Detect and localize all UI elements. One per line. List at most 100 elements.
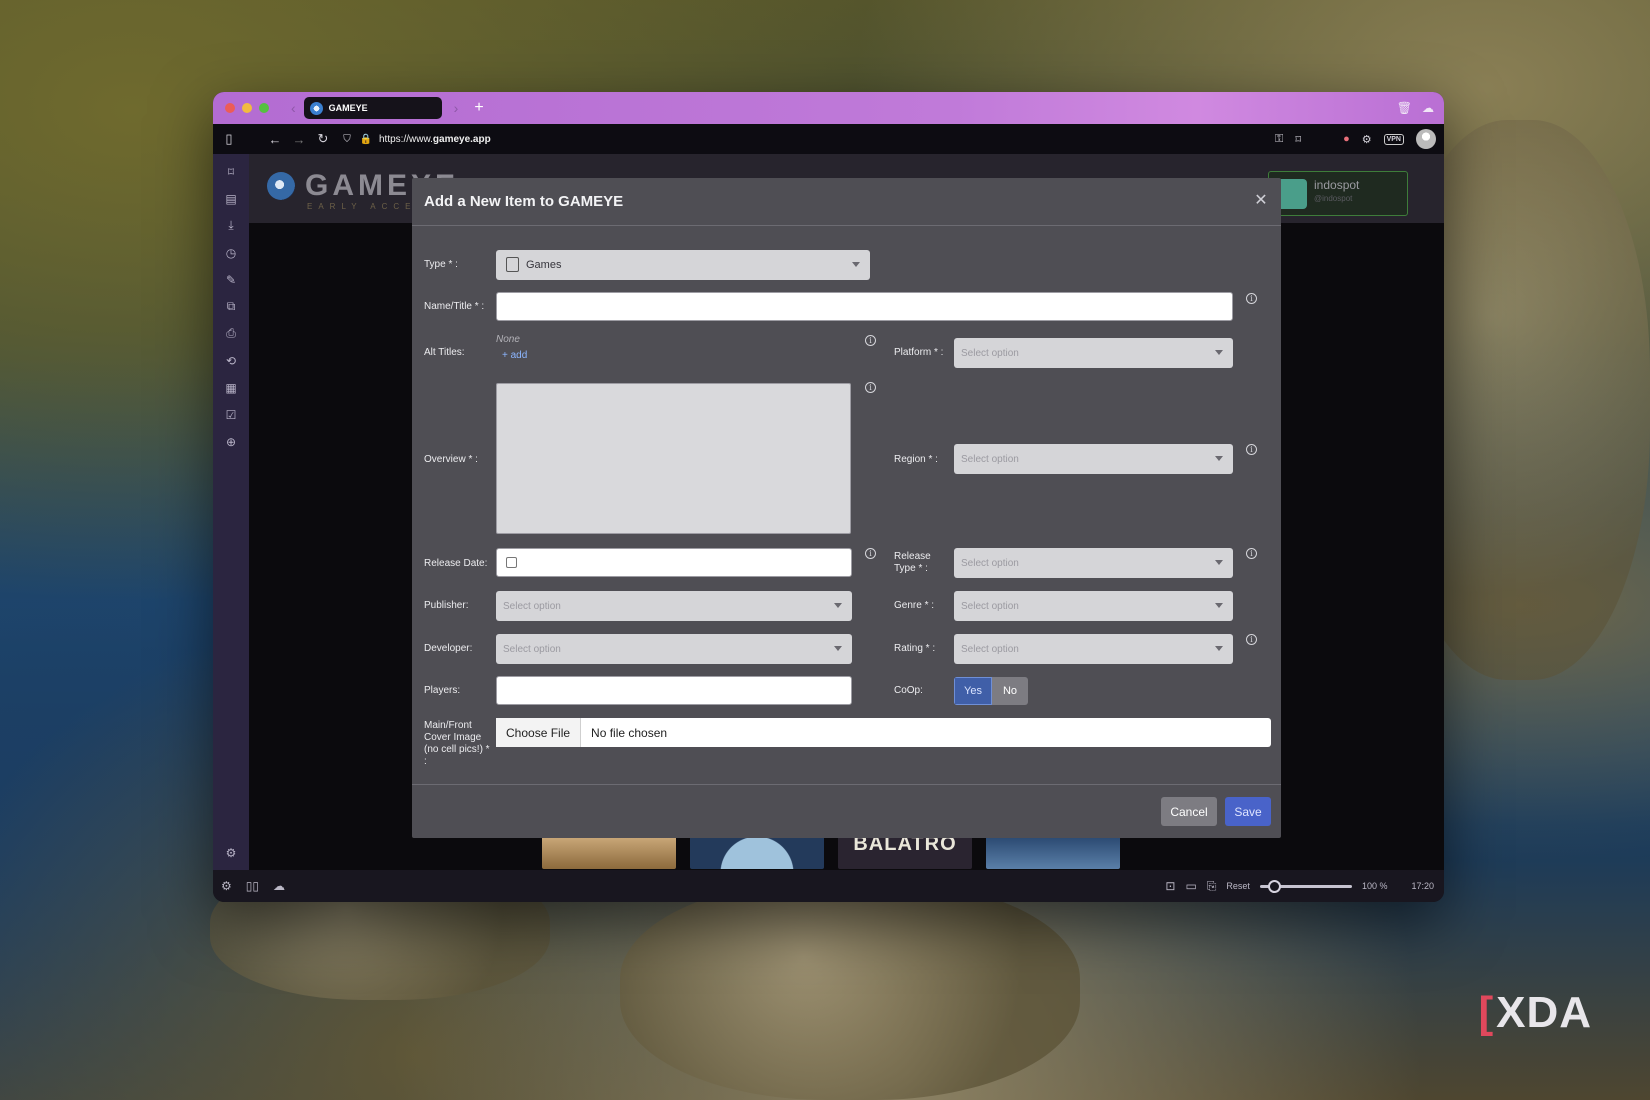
- zoom-slider[interactable]: [1259, 879, 1352, 893]
- close-window-button[interactable]: [225, 103, 235, 113]
- clock: 17:20: [1411, 881, 1434, 891]
- genre-select[interactable]: Select option: [954, 591, 1233, 621]
- type-label: Type * :: [424, 259, 458, 270]
- coop-yes-button[interactable]: Yes: [954, 677, 992, 705]
- downloads-icon[interactable]: ⤓: [224, 218, 238, 233]
- address-bar-actions: ⚿ ⌑ ● ⚙ VPN: [1275, 129, 1436, 149]
- extension-brain-icon[interactable]: ●: [1343, 133, 1350, 145]
- maximize-window-button[interactable]: [259, 103, 269, 113]
- info-icon[interactable]: i: [865, 382, 876, 393]
- cloud-sync-icon[interactable]: ☁: [273, 879, 285, 893]
- cloud-icon[interactable]: ☁: [1422, 101, 1434, 115]
- cancel-button[interactable]: Cancel: [1161, 797, 1217, 826]
- players-input[interactable]: [496, 676, 852, 705]
- info-icon[interactable]: i: [865, 548, 876, 559]
- vpn-badge[interactable]: VPN: [1383, 133, 1404, 145]
- tabbar-actions: 🗑 ☁: [1397, 101, 1434, 115]
- notes-icon[interactable]: ✎: [224, 272, 238, 287]
- release-date-label: Release Date:: [424, 558, 488, 569]
- tile-icon[interactable]: ▭: [1185, 879, 1196, 893]
- forward-icon[interactable]: →: [287, 132, 311, 147]
- shield-icon[interactable]: ⛉: [335, 134, 359, 145]
- tab-forward-icon[interactable]: ›: [454, 100, 459, 116]
- zoom-level: 100 %: [1361, 881, 1388, 891]
- capture-icon[interactable]: ⊡: [1165, 879, 1175, 893]
- extensions-puzzle-icon[interactable]: ⚙: [1362, 133, 1372, 146]
- zoom-slider-handle[interactable]: [1267, 879, 1281, 893]
- chevron-down-icon: [834, 603, 842, 608]
- sidebar-toggle-icon[interactable]: ▯: [217, 131, 241, 147]
- zoom-reset-button[interactable]: Reset: [1226, 881, 1250, 891]
- info-icon[interactable]: i: [1246, 548, 1257, 559]
- key-icon[interactable]: ⚿: [1275, 133, 1283, 146]
- gameye-logo-icon[interactable]: [267, 172, 295, 200]
- calendar-icon: [506, 557, 517, 568]
- calendar-icon[interactable]: ▦: [224, 380, 238, 395]
- info-icon[interactable]: i: [1246, 634, 1257, 645]
- rating-label: Rating * :: [894, 643, 936, 654]
- name-title-input[interactable]: [496, 292, 1233, 321]
- modal-header: Add a New Item to GAMEYE ✕: [412, 178, 1281, 226]
- overview-textarea[interactable]: [496, 383, 851, 534]
- bookmark-icon[interactable]: ⌑: [1295, 133, 1301, 146]
- chevron-down-icon: [834, 646, 842, 651]
- type-select[interactable]: Games: [496, 250, 870, 280]
- coop-label: CoOp:: [894, 685, 923, 696]
- sync-icon[interactable]: ⟲: [224, 353, 238, 368]
- platform-select[interactable]: Select option: [954, 338, 1233, 368]
- add-item-modal: Add a New Item to GAMEYE ✕ Type * : Game…: [412, 178, 1281, 838]
- tasks-icon[interactable]: ☑: [224, 407, 238, 422]
- coop-no-button[interactable]: No: [992, 677, 1028, 705]
- settings-gear-icon[interactable]: ⚙: [224, 845, 238, 860]
- translate-icon[interactable]: ⧉: [224, 299, 238, 314]
- print-icon[interactable]: ⎙: [224, 326, 238, 341]
- page-actions-icon[interactable]: ⎘: [1207, 879, 1217, 894]
- publisher-select[interactable]: Select option: [496, 591, 852, 621]
- coop-toggle: Yes No: [954, 677, 1028, 705]
- release-type-select[interactable]: Select option: [954, 548, 1233, 578]
- publisher-label: Publisher:: [424, 600, 469, 611]
- add-alt-title-link[interactable]: + add: [502, 350, 527, 361]
- rating-select[interactable]: Select option: [954, 634, 1233, 664]
- cover-image-file-input[interactable]: Choose File No file chosen: [496, 718, 1271, 747]
- chevron-down-icon: [1215, 646, 1223, 651]
- info-icon[interactable]: i: [1246, 293, 1257, 304]
- xda-watermark: [XDA: [1478, 988, 1592, 1037]
- info-icon[interactable]: i: [1246, 444, 1257, 455]
- user-handle: @indospot: [1314, 194, 1353, 203]
- chevron-down-icon: [1215, 456, 1223, 461]
- genre-label: Genre * :: [894, 600, 935, 611]
- chevron-down-icon: [852, 262, 860, 267]
- url-field[interactable]: https://www.gameye.app: [379, 134, 491, 145]
- browser-sidebar: ⌑ ▤ ⤓ ◷ ✎ ⧉ ⎙ ⟲ ▦ ☑ ⊕ ⚙: [213, 154, 249, 870]
- minimize-window-button[interactable]: [242, 103, 252, 113]
- gameye-favicon-icon: [309, 101, 323, 115]
- new-tab-icon[interactable]: +: [474, 99, 483, 117]
- lock-icon: 🔒: [359, 133, 373, 145]
- trash-icon[interactable]: 🗑: [1397, 101, 1412, 115]
- back-icon[interactable]: ←: [263, 132, 287, 147]
- region-select[interactable]: Select option: [954, 444, 1233, 474]
- add-panel-icon[interactable]: ⊕: [224, 434, 238, 449]
- background-rock: [620, 880, 1080, 1100]
- window-controls: [225, 103, 269, 113]
- tab-back-icon[interactable]: ‹: [291, 100, 296, 116]
- user-card[interactable]: indospot @indospot: [1268, 171, 1408, 216]
- overview-label: Overview * :: [424, 454, 478, 465]
- release-date-input[interactable]: [496, 548, 852, 577]
- choose-file-button[interactable]: Choose File: [496, 718, 582, 747]
- info-icon[interactable]: i: [865, 335, 876, 346]
- tab-gameye[interactable]: GAMEYE: [303, 97, 442, 119]
- developer-select[interactable]: Select option: [496, 634, 852, 664]
- developer-label: Developer:: [424, 643, 473, 654]
- panel-toggle-icon[interactable]: ▯▯: [246, 879, 259, 893]
- save-button[interactable]: Save: [1225, 797, 1271, 826]
- reading-list-icon[interactable]: ▤: [224, 191, 238, 206]
- settings-icon[interactable]: ⚙: [221, 879, 232, 893]
- reload-icon[interactable]: ↻: [311, 131, 335, 147]
- history-icon[interactable]: ◷: [224, 245, 238, 260]
- bookmarks-icon[interactable]: ⌑: [224, 164, 238, 179]
- close-icon[interactable]: ✕: [1251, 191, 1271, 211]
- alt-titles-label: Alt Titles:: [424, 347, 465, 358]
- profile-avatar[interactable]: [1416, 129, 1436, 149]
